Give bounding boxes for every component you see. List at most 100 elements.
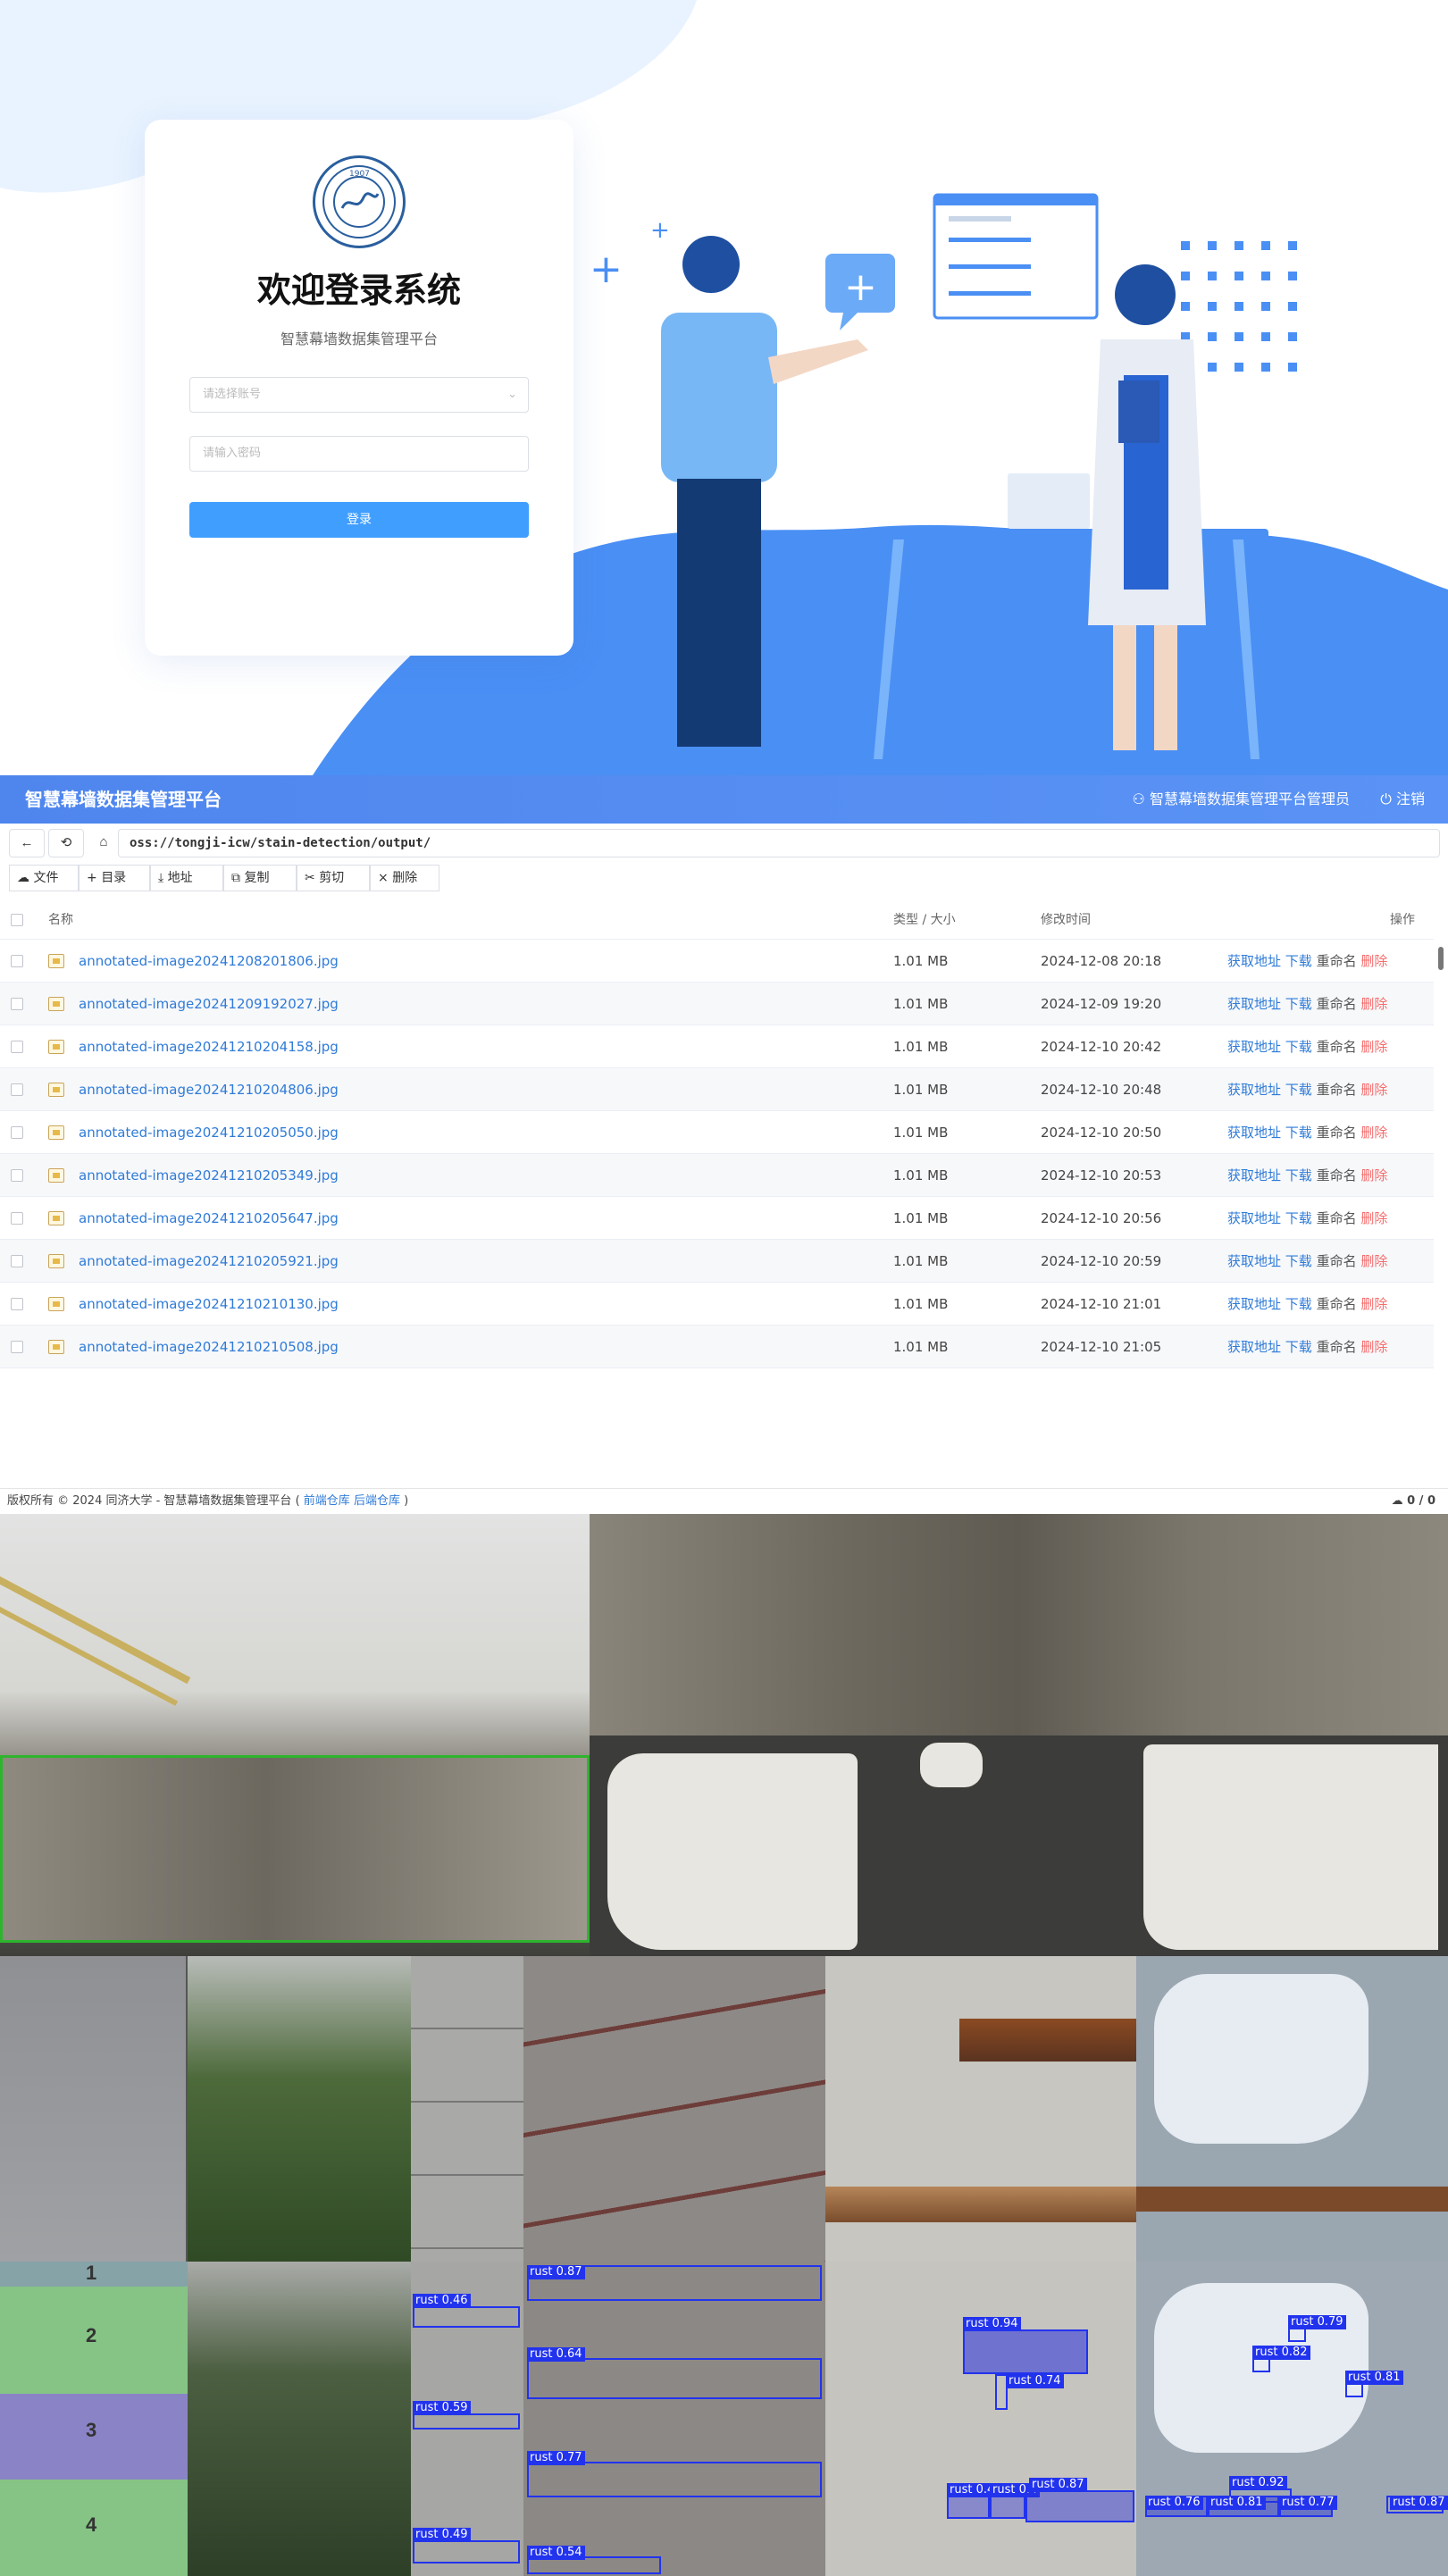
det-label: rust 0.79 [1288, 2315, 1346, 2329]
rename-action[interactable]: 重命名 [1317, 1210, 1357, 1226]
col-modified: 修改时间 [1041, 913, 1091, 927]
row-checkbox[interactable] [11, 1212, 23, 1225]
get-url-action[interactable]: 获取地址 [1227, 1167, 1281, 1183]
rename-action[interactable]: 重命名 [1317, 1167, 1357, 1183]
panel-photo-3 [411, 1956, 523, 2262]
rust-photo-2 [1136, 1956, 1448, 2262]
backend-repo-link[interactable]: 后端仓库 [354, 1494, 400, 1508]
user-menu[interactable]: ⚇ 智慧幕墙数据集管理平台管理员 [1133, 775, 1350, 824]
table-row[interactable]: annotated-image20241209192027.jpg 1.01 MB… [0, 983, 1434, 1025]
file-name-link[interactable]: annotated-image20241210204158.jpg [79, 1025, 339, 1068]
delete-action[interactable]: 删除 [1360, 1082, 1387, 1098]
table-row[interactable]: annotated-image20241210210130.jpg 1.01 MB… [0, 1283, 1434, 1326]
delete-action[interactable]: 删除 [1360, 1167, 1387, 1183]
cut-button[interactable]: ✂ 剪切 [297, 865, 370, 891]
delete-action[interactable]: 删除 [1360, 996, 1387, 1012]
row-checkbox[interactable] [11, 1041, 23, 1053]
delete-button[interactable]: × 删除 [370, 865, 439, 891]
table-row[interactable]: annotated-image20241210204158.jpg 1.01 MB… [0, 1025, 1434, 1068]
table-row[interactable]: annotated-image20241210205921.jpg 1.01 MB… [0, 1240, 1434, 1283]
refresh-button[interactable]: ⟲ [48, 829, 84, 857]
file-name-link[interactable]: annotated-image20241210205349.jpg [79, 1154, 339, 1197]
download-action[interactable]: 下载 [1285, 1339, 1312, 1355]
row-checkbox[interactable] [11, 1341, 23, 1353]
login-button[interactable]: 登录 [189, 502, 529, 538]
rename-action[interactable]: 重命名 [1317, 1339, 1357, 1355]
download-action[interactable]: 下载 [1285, 1253, 1312, 1269]
password-field[interactable]: 请输入密码 [189, 436, 529, 472]
download-action[interactable]: 下载 [1285, 1039, 1312, 1055]
path-input[interactable]: oss://tongji-icw/stain-detection/output/ [118, 829, 1440, 857]
get-url-action[interactable]: 获取地址 [1227, 1125, 1281, 1141]
table-row[interactable]: annotated-image20241210205647.jpg 1.01 MB… [0, 1197, 1434, 1240]
row-checkbox[interactable] [11, 1083, 23, 1096]
back-button[interactable]: ← [9, 829, 45, 857]
file-name-link[interactable]: annotated-image20241210210130.jpg [79, 1283, 339, 1326]
delete-action[interactable]: 删除 [1360, 1339, 1387, 1355]
download-action[interactable]: 下载 [1285, 1210, 1312, 1226]
delete-action[interactable]: 删除 [1360, 1039, 1387, 1055]
get-url-action[interactable]: 获取地址 [1227, 996, 1281, 1012]
get-url-action[interactable]: 获取地址 [1227, 1039, 1281, 1055]
rename-action[interactable]: 重命名 [1317, 953, 1357, 969]
download-action[interactable]: 下载 [1285, 996, 1312, 1012]
file-name-link[interactable]: annotated-image20241210204806.jpg [79, 1068, 339, 1111]
row-checkbox[interactable] [11, 1298, 23, 1310]
download-action[interactable]: 下载 [1285, 953, 1312, 969]
rename-action[interactable]: 重命名 [1317, 1296, 1357, 1312]
delete-action[interactable]: 删除 [1360, 1125, 1387, 1141]
download-action[interactable]: 下载 [1285, 1167, 1312, 1183]
home-button[interactable]: ⌂ [86, 829, 121, 857]
download-action[interactable]: 下载 [1285, 1296, 1312, 1312]
file-modified: 2024-12-10 20:59 [1041, 1253, 1162, 1269]
file-name-link[interactable]: annotated-image20241210205647.jpg [79, 1197, 339, 1240]
file-name-link[interactable]: annotated-image20241208201806.jpg [79, 940, 339, 983]
row-checkbox[interactable] [11, 1126, 23, 1139]
get-url-action[interactable]: 获取地址 [1227, 1253, 1281, 1269]
logo-year: 1907 [349, 170, 370, 179]
frontend-repo-link[interactable]: 前端仓库 [304, 1494, 350, 1508]
rename-action[interactable]: 重命名 [1317, 996, 1357, 1012]
download-url-button[interactable]: ⤓ 地址 [150, 865, 223, 891]
download-action[interactable]: 下载 [1285, 1082, 1312, 1098]
copy-button[interactable]: ⧉ 复制 [223, 865, 297, 891]
table-row[interactable]: annotated-image20241210205349.jpg 1.01 MB… [0, 1154, 1434, 1197]
home-icon: ⌂ [99, 834, 108, 849]
university-logo: 1907 [313, 155, 406, 248]
result-images: 1 2 3 4 rust 0.46 rust 0.59 rust 0.49 ru… [0, 1514, 1448, 2576]
delete-action[interactable]: 删除 [1360, 1210, 1387, 1226]
download-action[interactable]: 下载 [1285, 1125, 1312, 1141]
select-all-checkbox[interactable] [11, 914, 23, 926]
row-checkbox[interactable] [11, 1255, 23, 1267]
table-row[interactable]: annotated-image20241210205050.jpg 1.01 MB… [0, 1111, 1434, 1154]
upload-file-button[interactable]: ☁ 文件 [9, 865, 79, 891]
table-row[interactable]: annotated-image20241208201806.jpg 1.01 MB… [0, 940, 1434, 983]
scrollbar[interactable] [1435, 940, 1445, 1368]
get-url-action[interactable]: 获取地址 [1227, 953, 1281, 969]
delete-action[interactable]: 删除 [1360, 953, 1387, 969]
get-url-action[interactable]: 获取地址 [1227, 1296, 1281, 1312]
get-url-action[interactable]: 获取地址 [1227, 1210, 1281, 1226]
delete-action[interactable]: 删除 [1360, 1296, 1387, 1312]
row-checkbox[interactable] [11, 955, 23, 967]
table-row[interactable]: annotated-image20241210210508.jpg 1.01 MB… [0, 1326, 1434, 1368]
file-name-link[interactable]: annotated-image20241209192027.jpg [79, 983, 339, 1025]
rename-action[interactable]: 重命名 [1317, 1082, 1357, 1098]
logout-button[interactable]: ⏻ 注销 [1380, 775, 1425, 824]
rename-action[interactable]: 重命名 [1317, 1253, 1357, 1269]
rename-action[interactable]: 重命名 [1317, 1125, 1357, 1141]
delete-action[interactable]: 删除 [1360, 1253, 1387, 1269]
get-url-action[interactable]: 获取地址 [1227, 1339, 1281, 1355]
row-checkbox[interactable] [11, 1169, 23, 1182]
file-name-link[interactable]: annotated-image20241210205921.jpg [79, 1240, 339, 1283]
building-photo [0, 1514, 590, 1956]
get-url-action[interactable]: 获取地址 [1227, 1082, 1281, 1098]
file-name-link[interactable]: annotated-image20241210210508.jpg [79, 1326, 339, 1368]
rename-action[interactable]: 重命名 [1317, 1039, 1357, 1055]
file-name-link[interactable]: annotated-image20241210205050.jpg [79, 1111, 339, 1154]
row-checkbox[interactable] [11, 998, 23, 1010]
table-row[interactable]: annotated-image20241210204806.jpg 1.01 MB… [0, 1068, 1434, 1111]
new-folder-button[interactable]: + 目录 [79, 865, 150, 891]
upload-status[interactable]: ☁ 0 / 0 [1392, 1489, 1435, 1514]
account-select[interactable]: 请选择账号 ⌄ [189, 377, 529, 413]
